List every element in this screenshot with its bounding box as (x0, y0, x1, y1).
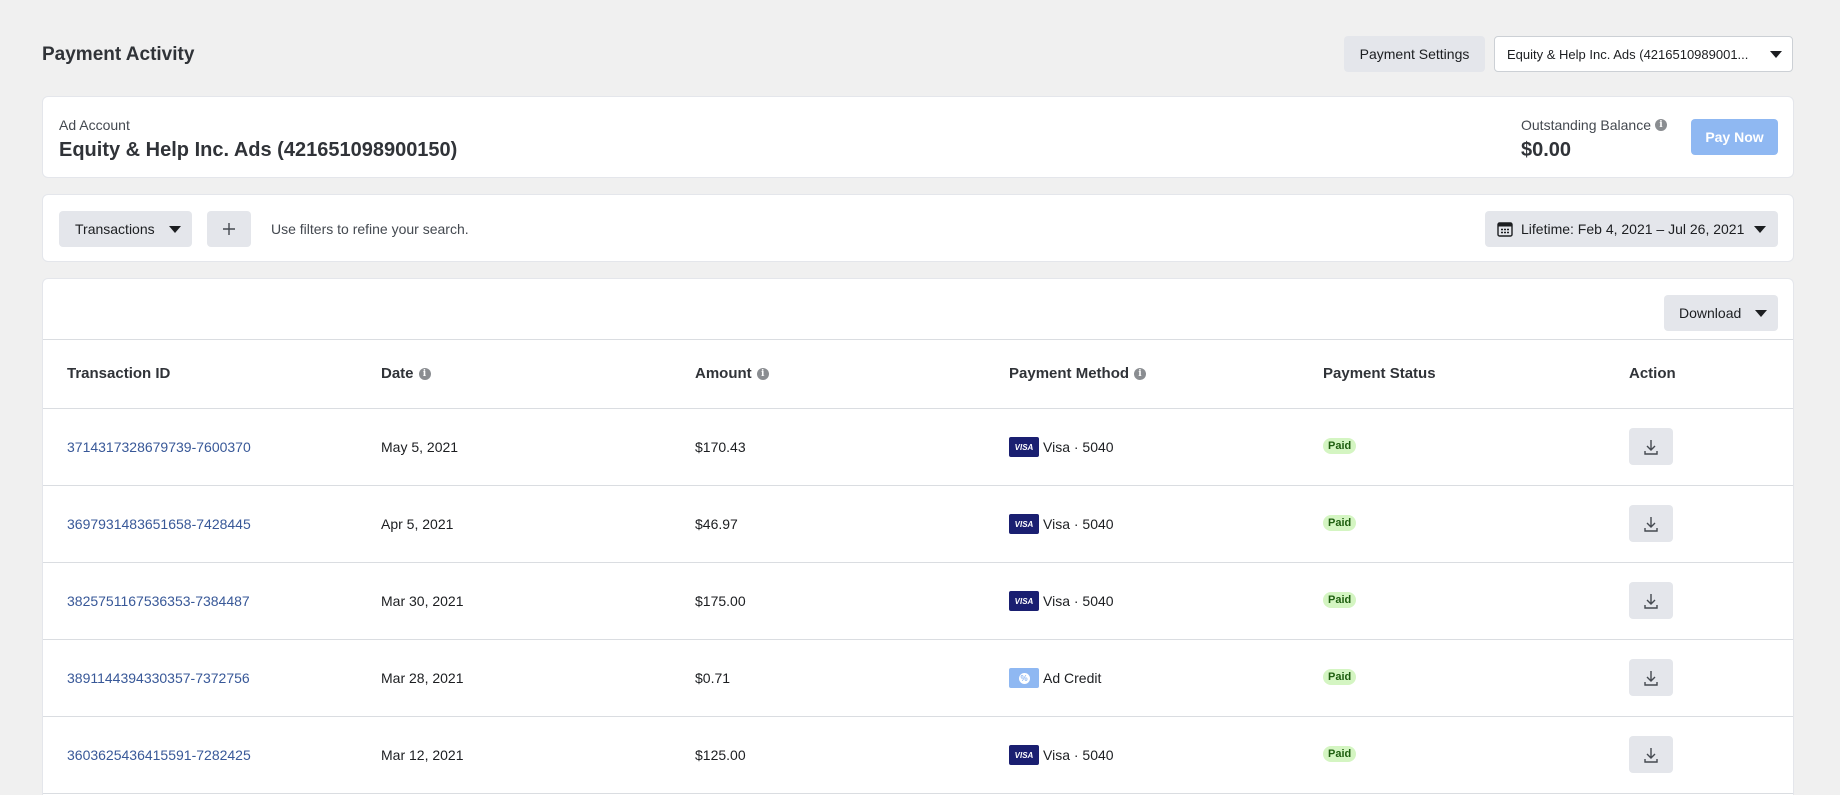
transaction-amount: $125.00 (695, 747, 746, 763)
outstanding-balance-text: Outstanding Balance (1521, 117, 1651, 133)
transaction-id-link[interactable]: 3714317328679739-7600370 (67, 439, 251, 455)
column-header-date[interactable]: Date i (381, 365, 431, 382)
payment-method: % Ad Credit (1009, 668, 1101, 688)
payment-method-label: Visa · 5040 (1043, 593, 1114, 609)
payment-method-label: Visa · 5040 (1043, 516, 1114, 532)
status-badge: Paid (1323, 515, 1357, 531)
column-header-action: Action (1629, 365, 1676, 382)
account-summary-card: Ad Account Equity & Help Inc. Ads (42165… (42, 96, 1794, 178)
chevron-down-icon (1755, 309, 1768, 317)
visa-icon: VISA (1009, 591, 1039, 611)
payment-method-label: Visa · 5040 (1043, 439, 1114, 455)
column-header-label: Transaction ID (67, 365, 171, 382)
chevron-down-icon (1754, 225, 1766, 233)
transaction-amount: $175.00 (695, 593, 746, 609)
transaction-amount: $170.43 (695, 439, 746, 455)
download-invoice-button[interactable] (1629, 736, 1673, 773)
date-range-label: Lifetime: Feb 4, 2021 – Jul 26, 2021 (1521, 221, 1745, 237)
info-icon[interactable]: i (418, 367, 431, 380)
table-row: 3603625436415591-7282425 Mar 12, 2021 $1… (43, 717, 1793, 794)
transaction-date: May 5, 2021 (381, 439, 459, 455)
download-label: Download (1679, 305, 1742, 321)
column-header-label: Payment Status (1323, 365, 1436, 382)
transaction-id-link[interactable]: 3697931483651658-7428445 (67, 516, 251, 532)
transaction-date: Apr 5, 2021 (381, 516, 454, 532)
table-row: 3714317328679739-7600370 May 5, 2021 $17… (43, 409, 1793, 486)
download-icon (1644, 747, 1658, 763)
visa-icon: VISA (1009, 745, 1039, 765)
ad-account-selector-label: Equity & Help Inc. Ads (4216510989001... (1507, 46, 1749, 62)
info-icon[interactable]: i (1654, 119, 1667, 131)
date-range-picker[interactable]: Lifetime: Feb 4, 2021 – Jul 26, 2021 (1485, 211, 1778, 247)
status-badge: Paid (1323, 592, 1357, 608)
transaction-amount: $46.97 (695, 516, 738, 532)
ad-account-name: Equity & Help Inc. Ads (421651098900150) (59, 139, 458, 161)
download-icon (1644, 439, 1658, 455)
download-icon (1644, 593, 1658, 609)
page-title: Payment Activity (42, 44, 195, 65)
column-header-transaction-id[interactable]: Transaction ID (67, 365, 170, 382)
add-filter-button[interactable] (207, 211, 251, 247)
transactions-table: Transaction ID Date i Amount i Payment Met… (43, 339, 1793, 794)
outstanding-balance-label: Outstanding Balance i (1521, 117, 1667, 133)
payment-method-label: Visa · 5040 (1043, 747, 1114, 763)
column-header-label: Action (1629, 365, 1676, 382)
download-invoice-button[interactable] (1629, 505, 1673, 542)
status-badge: Paid (1323, 438, 1357, 454)
transaction-amount: $0.71 (695, 670, 731, 686)
download-invoice-button[interactable] (1629, 659, 1673, 696)
info-icon[interactable]: i (756, 367, 769, 380)
table-header: Transaction ID Date i Amount i Payment Met… (43, 339, 1793, 409)
transactions-filter-dropdown[interactable]: Transactions (59, 211, 192, 247)
outstanding-balance-value: $0.00 (1521, 139, 1572, 161)
calendar-icon (1497, 222, 1513, 237)
table-row: 3697931483651658-7428445 Apr 5, 2021 $46… (43, 486, 1793, 563)
payment-method: VISA Visa · 5040 (1009, 745, 1114, 765)
ad-account-label: Ad Account (59, 117, 130, 133)
transaction-date: Mar 12, 2021 (381, 747, 464, 763)
transactions-filter-label: Transactions (75, 221, 155, 237)
transaction-date: Mar 30, 2021 (381, 593, 464, 609)
pay-now-button[interactable]: Pay Now (1691, 119, 1778, 155)
ad-account-selector[interactable]: Equity & Help Inc. Ads (4216510989001... (1494, 36, 1793, 72)
transaction-id-link[interactable]: 3825751167536353-7384487 (67, 593, 250, 609)
column-header-amount[interactable]: Amount i (695, 365, 769, 382)
transactions-table-card: Download Transaction ID Date i Amount i Pa… (42, 278, 1794, 795)
column-header-label: Date (381, 365, 414, 382)
status-badge: Paid (1323, 669, 1357, 685)
payment-method-label: Ad Credit (1043, 670, 1102, 686)
visa-icon: VISA (1009, 437, 1039, 457)
chevron-down-icon (1770, 50, 1782, 58)
column-header-label: Payment Method (1009, 365, 1130, 382)
download-icon (1644, 516, 1658, 532)
status-badge: Paid (1323, 746, 1357, 762)
column-header-payment-method[interactable]: Payment Method i (1009, 365, 1147, 382)
column-header-label: Amount (695, 365, 752, 382)
download-dropdown-button[interactable]: Download (1664, 295, 1778, 331)
info-icon[interactable]: i (1134, 367, 1147, 380)
download-invoice-button[interactable] (1629, 582, 1673, 619)
payment-method: VISA Visa · 5040 (1009, 591, 1114, 611)
filter-hint-text: Use filters to refine your search. (271, 221, 469, 237)
payment-method: VISA Visa · 5040 (1009, 437, 1114, 457)
transaction-id-link[interactable]: 3891144394330357-7372756 (67, 670, 250, 686)
download-icon (1644, 670, 1658, 686)
ad-credit-icon: % (1009, 668, 1039, 688)
table-row: 3825751167536353-7384487 Mar 30, 2021 $1… (43, 563, 1793, 640)
payment-settings-button[interactable]: Payment Settings (1344, 36, 1485, 72)
plus-icon (223, 223, 235, 235)
chevron-down-icon (168, 225, 181, 233)
visa-icon: VISA (1009, 514, 1039, 534)
transaction-date: Mar 28, 2021 (381, 670, 464, 686)
payment-method: VISA Visa · 5040 (1009, 514, 1114, 534)
transaction-id-link[interactable]: 3603625436415591-7282425 (67, 747, 251, 763)
column-header-payment-status[interactable]: Payment Status (1323, 365, 1436, 382)
table-row: 3891144394330357-7372756 Mar 28, 2021 $0… (43, 640, 1793, 717)
filter-bar: Transactions Use filters to refine your … (42, 194, 1794, 262)
download-invoice-button[interactable] (1629, 428, 1673, 465)
